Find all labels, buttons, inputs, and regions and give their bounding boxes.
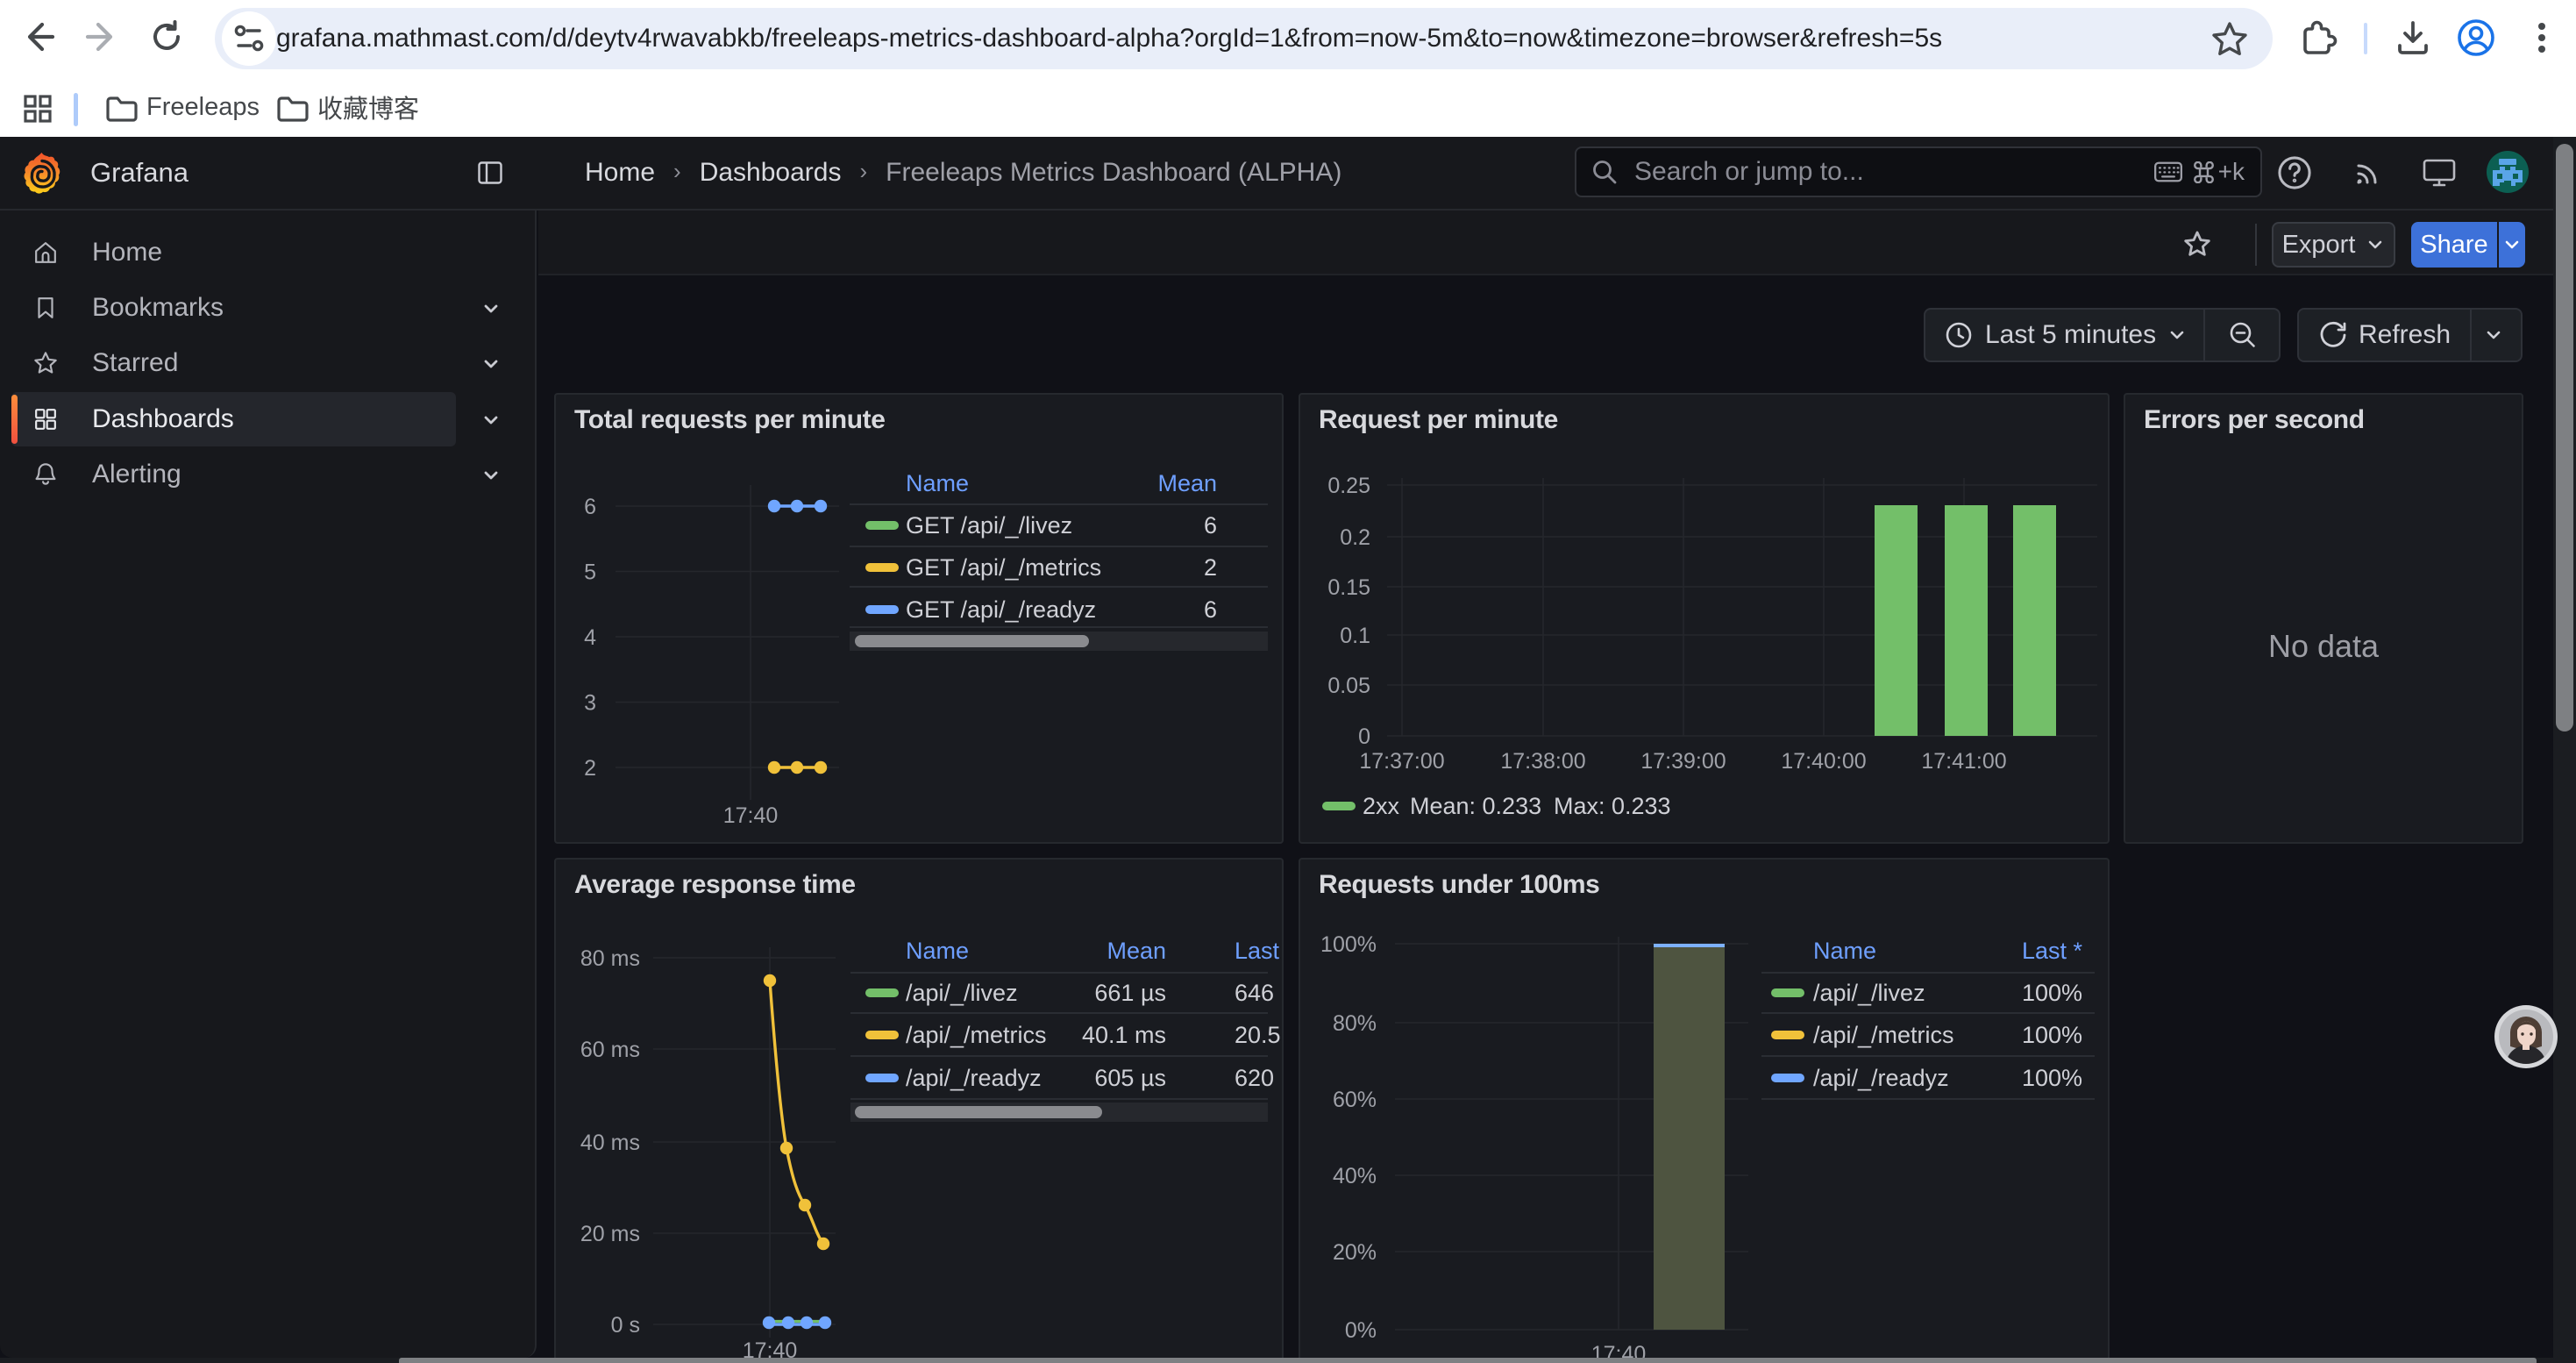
svg-text:2: 2 bbox=[584, 756, 596, 781]
svg-text:0.1: 0.1 bbox=[1340, 624, 1370, 648]
svg-text:0.15: 0.15 bbox=[1327, 575, 1370, 600]
svg-text:0.2: 0.2 bbox=[1340, 525, 1370, 550]
svg-text:20 ms: 20 ms bbox=[580, 1222, 640, 1246]
svg-text:0: 0 bbox=[1358, 724, 1370, 749]
svg-text:0.25: 0.25 bbox=[1327, 474, 1370, 498]
svg-text:40%: 40% bbox=[1333, 1164, 1377, 1188]
svg-text:0%: 0% bbox=[1345, 1318, 1377, 1343]
svg-text:60 ms: 60 ms bbox=[580, 1038, 640, 1062]
svg-text:6: 6 bbox=[584, 495, 596, 519]
svg-text:17:41:00: 17:41:00 bbox=[1921, 749, 2006, 774]
svg-text:80%: 80% bbox=[1333, 1011, 1377, 1036]
svg-text:3: 3 bbox=[584, 691, 596, 716]
svg-text:17:38:00: 17:38:00 bbox=[1500, 749, 1585, 774]
svg-text:60%: 60% bbox=[1333, 1088, 1377, 1112]
svg-text:17:40: 17:40 bbox=[723, 803, 779, 828]
svg-text:100%: 100% bbox=[1320, 932, 1377, 957]
svg-text:17:37:00: 17:37:00 bbox=[1359, 749, 1444, 774]
svg-text:4: 4 bbox=[584, 625, 596, 650]
svg-text:40 ms: 40 ms bbox=[580, 1131, 640, 1155]
svg-text:17:39:00: 17:39:00 bbox=[1640, 749, 1726, 774]
svg-text:80 ms: 80 ms bbox=[580, 946, 640, 971]
svg-text:5: 5 bbox=[584, 560, 596, 585]
svg-text:0 s: 0 s bbox=[611, 1313, 640, 1338]
svg-text:17:40:00: 17:40:00 bbox=[1781, 749, 1866, 774]
svg-text:20%: 20% bbox=[1333, 1240, 1377, 1265]
svg-text:0.05: 0.05 bbox=[1327, 674, 1370, 698]
